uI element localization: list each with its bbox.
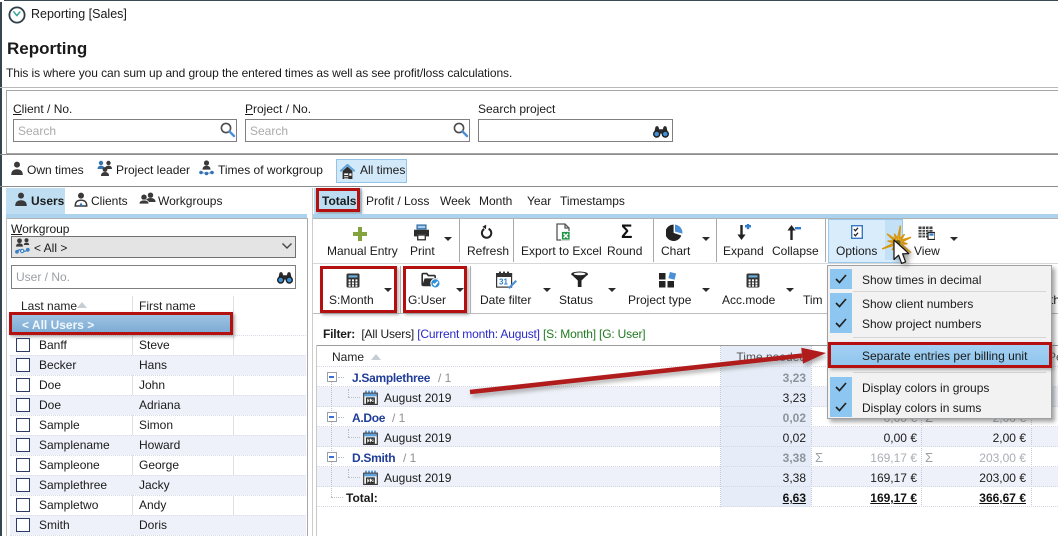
svg-text:12: 12 <box>368 438 374 444</box>
svg-text:12: 12 <box>368 478 374 484</box>
svg-text:12: 12 <box>368 398 374 404</box>
svg-text:31: 31 <box>499 278 508 287</box>
